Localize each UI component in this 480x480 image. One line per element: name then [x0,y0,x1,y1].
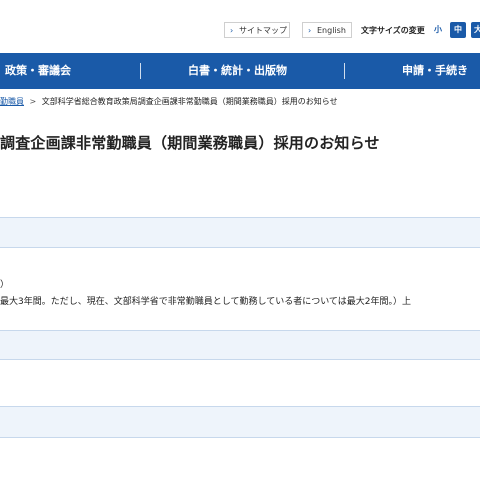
nav-item-policy[interactable]: 政策・審議会 [5,53,71,89]
nav-item-whitepaper[interactable]: 白書・統計・出版物 [188,53,287,89]
content-row-header [0,330,480,360]
nav-divider [140,63,141,79]
content-text: 最大3年間。ただし、現在、文部科学省で非常勤職員として勤務している者については最… [0,297,411,307]
nav-divider [344,63,345,79]
sitemap-label: サイトマップ [239,26,287,35]
sitemap-link[interactable]: › サイトマップ [224,22,290,38]
content-row-header [0,406,480,438]
chevron-right-icon: › [230,26,234,35]
breadcrumb-link[interactable]: 勤職員 [0,97,24,106]
breadcrumb-current: 文部科学省総合教育政策局調査企画課非常勤職員（期間業務職員）採用のお知らせ [41,97,338,106]
breadcrumb: 勤職員 > 文部科学省総合教育政策局調査企画課非常勤職員（期間業務職員）採用のお… [0,95,480,109]
nav-item-apply[interactable]: 申請・手続き [402,53,468,89]
page-title: 調査企画課非常勤職員（期間業務職員）採用のお知らせ [0,134,380,152]
english-label: English [317,26,346,35]
content-text: ） [0,280,10,290]
breadcrumb-separator: > [29,97,37,106]
fontsize-small-button[interactable]: 小 [432,22,444,38]
global-nav: 政策・審議会 白書・統計・出版物 申請・手続き [0,53,480,89]
fontsize-large-button[interactable]: 大 [471,22,480,38]
english-link[interactable]: › English [302,22,352,38]
chevron-right-icon: › [308,26,312,35]
fontsize-medium-button[interactable]: 中 [450,22,466,38]
content-row-header [0,217,480,248]
header: › サイトマップ › English 文字サイズの変更 小 中 大 [0,0,480,52]
fontsize-label: 文字サイズの変更 [361,26,425,35]
